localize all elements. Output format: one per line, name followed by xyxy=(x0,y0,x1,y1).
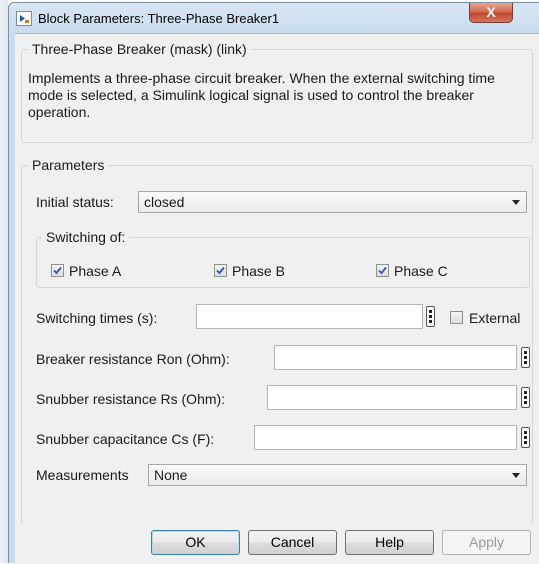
switching-times-edit-button[interactable] xyxy=(426,306,435,327)
apply-button[interactable]: Apply xyxy=(442,530,531,555)
snubber-capacitance-label: Snubber capacitance Cs (F): xyxy=(36,431,215,447)
measurements-value: None xyxy=(154,467,188,483)
measurements-label: Measurements xyxy=(36,467,129,483)
block-description: Implements a three-phase circuit breaker… xyxy=(28,70,495,120)
switching-times-input[interactable] xyxy=(196,304,423,329)
measurements-dropdown[interactable]: None xyxy=(148,464,527,486)
snubber-capacitance-input[interactable] xyxy=(254,425,517,450)
breaker-resistance-label: Breaker resistance Ron (Ohm): xyxy=(36,351,230,367)
parameters-section-label: Parameters xyxy=(28,157,109,173)
snubber-capacitance-edit-button[interactable] xyxy=(521,427,530,448)
phase-a-label: Phase A xyxy=(69,263,122,279)
simulink-block-icon xyxy=(16,11,32,26)
phase-c-label: Phase C xyxy=(394,263,448,279)
block-description-group: Three-Phase Breaker (mask) (link) Implem… xyxy=(21,41,533,143)
phase-a-checkbox[interactable] xyxy=(51,264,64,277)
snubber-resistance-input[interactable] xyxy=(267,385,517,410)
initial-status-value: closed xyxy=(144,194,185,210)
chevron-down-icon xyxy=(512,200,520,205)
window-title: Block Parameters: Three-Phase Breaker1 xyxy=(38,11,280,26)
chevron-down-icon xyxy=(512,473,520,478)
cancel-button[interactable]: Cancel xyxy=(248,530,337,555)
close-button[interactable]: X xyxy=(469,3,513,23)
help-button[interactable]: Help xyxy=(345,530,434,555)
switching-of-label: Switching of: xyxy=(42,229,130,245)
background-window-edge xyxy=(0,0,8,563)
switching-times-label: Switching times (s): xyxy=(36,310,158,326)
initial-status-dropdown[interactable]: closed xyxy=(138,191,527,213)
dialog-client-area: Three-Phase Breaker (mask) (link) Implem… xyxy=(15,33,539,564)
external-checkbox[interactable] xyxy=(450,311,463,324)
phase-c-checkbox[interactable] xyxy=(376,264,389,277)
snubber-resistance-edit-button[interactable] xyxy=(521,387,530,408)
dialog-window: Block Parameters: Three-Phase Breaker1 X… xyxy=(8,2,539,564)
external-label: External xyxy=(469,310,521,326)
initial-status-label: Initial status: xyxy=(36,194,114,210)
breaker-resistance-edit-button[interactable] xyxy=(521,347,530,368)
phase-b-checkbox[interactable] xyxy=(214,264,227,277)
snubber-resistance-label: Snubber resistance Rs (Ohm): xyxy=(36,391,226,407)
block-name: Three-Phase Breaker (mask) (link) xyxy=(28,41,251,57)
title-bar[interactable]: Block Parameters: Three-Phase Breaker1 X xyxy=(9,3,539,33)
phase-b-label: Phase B xyxy=(232,263,285,279)
breaker-resistance-input[interactable] xyxy=(274,345,517,370)
ok-button[interactable]: OK xyxy=(151,530,240,555)
